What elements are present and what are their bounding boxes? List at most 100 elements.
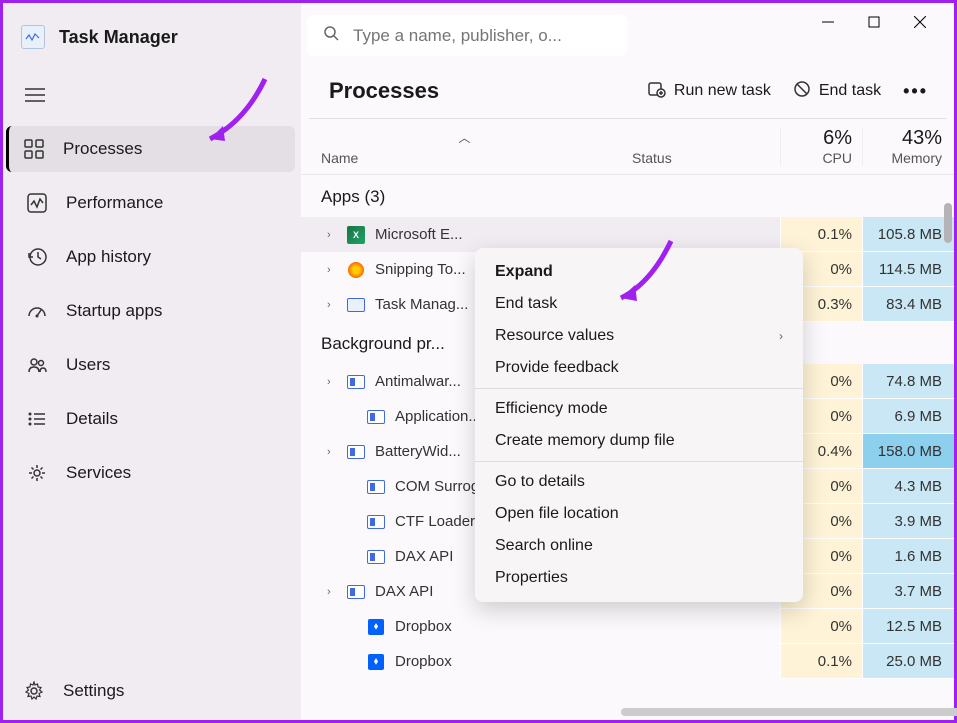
process-memory-cell: 6.9 MB [862, 399, 954, 434]
app-logo-icon [21, 25, 45, 49]
process-name: DAX API [395, 548, 453, 565]
process-icon: ⬧ [367, 653, 385, 671]
sidebar-item-settings[interactable]: Settings [3, 666, 301, 720]
process-memory-cell: 25.0 MB [862, 644, 954, 679]
list-icon [26, 408, 48, 430]
sidebar-item-startup-apps[interactable]: Startup apps [3, 288, 301, 334]
process-icon [347, 261, 365, 279]
chevron-right-icon[interactable]: › [327, 264, 337, 276]
hamburger-menu-button[interactable] [3, 77, 301, 126]
process-icon [367, 548, 385, 566]
end-task-button[interactable]: End task [793, 80, 881, 103]
process-name: BatteryWid... [375, 443, 461, 460]
sidebar-item-label: Services [66, 463, 131, 483]
window-controls [794, 3, 954, 41]
sidebar-item-label: Users [66, 355, 110, 375]
context-menu-item[interactable]: Properties [475, 562, 803, 594]
process-name-cell: ⬧Dropbox [301, 653, 632, 671]
context-menu-item[interactable]: Provide feedback [475, 352, 803, 384]
search-bar[interactable] [307, 15, 627, 56]
process-name-cell: ›XMicrosoft E... [301, 226, 632, 244]
maximize-button[interactable] [860, 11, 888, 33]
process-name-cell: ⬧Dropbox [301, 618, 632, 636]
activity-icon [26, 192, 48, 214]
app-title-bar: Task Manager [3, 11, 301, 77]
chevron-right-icon[interactable]: › [327, 299, 337, 311]
process-name: Task Manag... [375, 296, 468, 313]
context-menu-item[interactable]: End task [475, 288, 803, 320]
context-menu: ExpandEnd taskResource values›Provide fe… [475, 248, 803, 602]
minimize-button[interactable] [814, 11, 842, 33]
process-icon [367, 513, 385, 531]
sidebar-item-label: App history [66, 247, 151, 267]
process-row[interactable]: ⬧Dropbox 0%12.5 MB [301, 609, 954, 644]
process-row[interactable]: ⬧Dropbox 0.1%25.0 MB [301, 644, 954, 679]
sidebar-item-label: Performance [66, 193, 163, 213]
chevron-right-icon[interactable]: › [327, 229, 337, 241]
process-memory-cell: 74.8 MB [862, 364, 954, 399]
horizontal-scrollbar[interactable] [621, 708, 957, 716]
process-name: Microsoft E... [375, 226, 463, 243]
process-memory-cell: 12.5 MB [862, 609, 954, 644]
process-icon [367, 478, 385, 496]
run-task-icon [648, 80, 666, 103]
sidebar-item-label: Processes [63, 139, 142, 159]
group-header: Apps (3) [301, 175, 954, 217]
process-cpu-cell: 0.1% [780, 217, 862, 252]
search-icon [323, 25, 339, 46]
chevron-right-icon[interactable]: › [327, 446, 337, 458]
settings-label: Settings [63, 681, 124, 701]
sort-caret-icon: ︿ [458, 129, 470, 146]
process-icon [367, 408, 385, 426]
process-memory-cell: 4.3 MB [862, 469, 954, 504]
process-name: DAX API [375, 583, 433, 600]
sidebar-item-performance[interactable]: Performance [3, 180, 301, 226]
sidebar-item-users[interactable]: Users [3, 342, 301, 388]
context-menu-item[interactable]: Expand [475, 256, 803, 288]
context-menu-item[interactable]: Open file location [475, 498, 803, 530]
process-memory-cell: 3.7 MB [862, 574, 954, 609]
search-input[interactable] [353, 26, 611, 46]
process-memory-cell: 114.5 MB [862, 252, 954, 287]
process-cpu-cell: 0.1% [780, 644, 862, 679]
chevron-right-icon[interactable]: › [327, 586, 337, 598]
end-task-icon [793, 80, 811, 103]
run-new-task-button[interactable]: Run new task [648, 80, 771, 103]
context-menu-item[interactable]: Create memory dump file [475, 425, 803, 457]
column-status[interactable]: Status [632, 127, 780, 166]
process-icon: ⬧ [367, 618, 385, 636]
process-row[interactable]: ›XMicrosoft E...0.1%105.8 MB [301, 217, 954, 252]
more-options-button[interactable]: ••• [903, 81, 928, 102]
sidebar-item-label: Details [66, 409, 118, 429]
sidebar-item-processes[interactable]: Processes [6, 126, 295, 172]
tab-header: Processes Run new task End task ••• [309, 56, 946, 119]
context-menu-item[interactable]: Efficiency mode [475, 393, 803, 425]
context-menu-item[interactable]: Resource values› [475, 320, 803, 352]
sidebar-item-app-history[interactable]: App history [3, 234, 301, 280]
process-name: Application... [395, 408, 481, 425]
chevron-right-icon: › [779, 329, 783, 343]
grid-icon [23, 138, 45, 160]
vertical-scrollbar[interactable] [944, 203, 952, 243]
process-memory-cell: 83.4 MB [862, 287, 954, 322]
context-menu-separator [475, 388, 803, 389]
process-memory-cell: 1.6 MB [862, 539, 954, 574]
context-menu-item[interactable]: Go to details [475, 466, 803, 498]
sidebar-item-label: Startup apps [66, 301, 162, 321]
column-memory[interactable]: 43%Memory [862, 127, 954, 166]
sidebar-item-details[interactable]: Details [3, 396, 301, 442]
process-name: Snipping To... [375, 261, 466, 278]
process-cpu-cell: 0% [780, 609, 862, 644]
sidebar-item-services[interactable]: Services [3, 450, 301, 496]
nav-items: Processes Performance App history Startu… [3, 126, 301, 666]
app-title-text: Task Manager [59, 27, 178, 48]
chevron-right-icon[interactable]: › [327, 376, 337, 388]
context-menu-item[interactable]: Search online [475, 530, 803, 562]
sidebar: Task Manager Processes Performance App h… [3, 3, 301, 720]
process-name: CTF Loader [395, 513, 475, 530]
column-name[interactable]: Name︿ [321, 127, 632, 166]
close-button[interactable] [906, 11, 934, 33]
process-icon [347, 583, 365, 601]
column-cpu[interactable]: 6%CPU [780, 127, 862, 166]
process-icon [347, 443, 365, 461]
